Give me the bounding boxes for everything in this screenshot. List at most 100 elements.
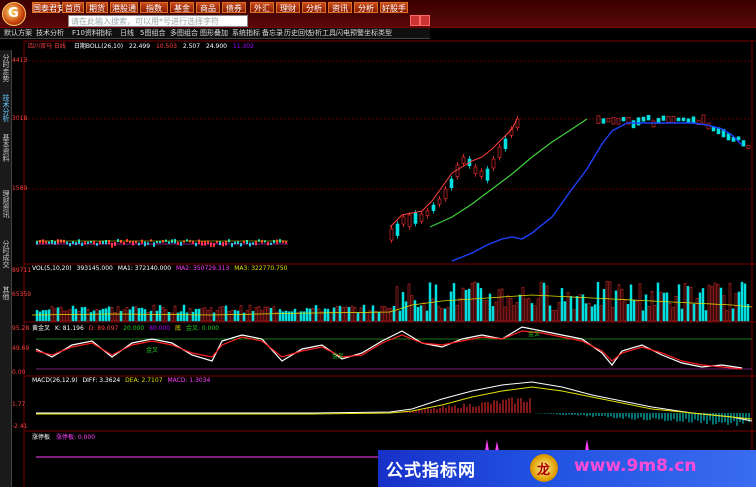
price-candle	[497, 146, 502, 158]
price-candle	[691, 116, 696, 124]
tool-memo[interactable]: 备忘录	[262, 29, 283, 38]
vol-ma1: MA1: 372140.000	[117, 265, 172, 272]
menu-button-bond[interactable]: 债券	[222, 2, 246, 13]
volume-bar	[134, 306, 138, 322]
volume-bar	[251, 311, 255, 322]
close-icon[interactable]	[420, 15, 430, 26]
volume-bar	[65, 310, 69, 322]
flat-candle	[96, 242, 98, 246]
volume-bar	[344, 306, 348, 322]
tab-tech-analysis[interactable]: 技术分析	[0, 94, 12, 122]
volume-bar	[524, 298, 528, 322]
tool-multi-chart[interactable]: 多图组合	[170, 29, 198, 38]
volume-bar	[698, 292, 702, 322]
panel-borders	[23, 40, 756, 487]
flat-candle	[246, 239, 248, 245]
menu-button-wealth[interactable]: 理财	[276, 2, 300, 13]
tool-default-scheme[interactable]: 默认方案	[4, 29, 32, 38]
price-candle	[491, 158, 496, 169]
watermark-site-name: 公式指标网	[386, 461, 476, 481]
menu-button-commodity[interactable]: 商品	[196, 2, 220, 13]
menu-button-index[interactable]: 指数	[140, 2, 168, 13]
vol-axis-mid: 65359	[12, 291, 32, 298]
menu-button-analysis-2[interactable]: 分析	[354, 2, 378, 13]
volume-bar	[638, 283, 642, 322]
tab-basic-info[interactable]: 基本资料	[0, 134, 12, 162]
volume-bar	[617, 284, 621, 322]
tool-coord-type[interactable]: 坐标类型	[364, 29, 392, 38]
boll-label: 日期BOLL(26,10)	[73, 43, 124, 50]
volume-bar	[476, 282, 480, 322]
volume-bar	[173, 305, 177, 322]
menu-button-forex[interactable]: 外汇	[250, 2, 274, 13]
volume-bar	[62, 310, 66, 322]
dragon-logo-glyph: 龙	[537, 463, 551, 478]
volume-bar	[224, 305, 228, 322]
watermark-banner: 公式指标网 龙 www.9m8.cn	[378, 450, 756, 487]
tab-wealth-news[interactable]: 理财资讯	[0, 190, 12, 218]
tool-indicator[interactable]: 指标	[98, 29, 112, 38]
tab-intraday-trades[interactable]: 分时成交	[0, 240, 12, 268]
volume-bar	[551, 310, 555, 322]
price-candle	[741, 140, 746, 147]
menu-button-good-stock[interactable]: 好股手	[380, 2, 408, 13]
volume-bar	[449, 291, 453, 322]
flat-candle	[153, 242, 155, 247]
volume-bar	[581, 294, 585, 322]
kdj-axis-top: 95.28	[12, 325, 30, 332]
volume-bar	[605, 281, 609, 322]
volume-bar	[119, 310, 123, 322]
flat-candle	[105, 239, 107, 245]
volume-bar	[170, 312, 174, 322]
kdj-k-line	[35, 326, 743, 369]
macd-macd: MACD: 1.3034	[167, 377, 211, 384]
volume-bar	[650, 291, 654, 322]
minimize-icon[interactable]	[410, 15, 420, 26]
volume-bar	[353, 307, 357, 322]
flat-candle	[141, 239, 143, 244]
volume-bar	[95, 309, 99, 322]
volume-bar	[563, 301, 567, 322]
menu-button-futures[interactable]: 期货	[86, 2, 108, 13]
kdj-bottom: 底	[175, 325, 182, 332]
volume-bar	[485, 300, 489, 322]
volume-bar	[515, 301, 519, 322]
boll-upper-line	[429, 118, 588, 228]
price-label-low: 1589	[12, 185, 28, 192]
tool-alert[interactable]: 闪电预警	[336, 29, 364, 38]
volume-bar	[164, 309, 168, 322]
tool-system-indicator[interactable]: 系统指标	[232, 29, 260, 38]
tool-5-chart[interactable]: 5图组合	[140, 29, 165, 38]
price-candle	[407, 214, 412, 227]
tool-analysis-tools[interactable]: 分析工具	[308, 29, 336, 38]
tab-other[interactable]: 其他	[0, 286, 12, 300]
menu-button-news[interactable]: 资讯	[328, 2, 352, 13]
tool-daily[interactable]: 日线	[120, 29, 134, 38]
volume-bar	[260, 310, 264, 322]
tool-overlay[interactable]: 图形叠加	[200, 29, 228, 38]
volume-bar	[41, 310, 45, 322]
menu-button-fund[interactable]: 基金	[170, 2, 194, 13]
app-logo-icon[interactable]: G	[2, 2, 26, 26]
tool-f10[interactable]: F10资料	[72, 29, 99, 38]
menu-button-analysis[interactable]: 分析	[302, 2, 326, 13]
flat-candle	[42, 239, 44, 244]
volume-bar	[590, 306, 594, 322]
menu-button-home[interactable]: 首页	[62, 2, 84, 13]
price-candle	[666, 116, 671, 123]
volume-bar	[191, 311, 195, 322]
volume-bar	[641, 310, 645, 322]
tool-tech-analysis[interactable]: 技术分析	[36, 29, 64, 38]
volume-bar	[356, 312, 360, 322]
search-input[interactable]: 请在此输入搜索，可以用*号进行选择字符	[68, 15, 248, 27]
tab-intraday[interactable]: 分时走势	[0, 54, 12, 82]
volume-bar	[179, 311, 183, 322]
volume-bar	[71, 305, 75, 322]
flat-candle	[261, 240, 263, 244]
macd-diff: DIFF: 3.3624	[82, 377, 121, 384]
menu-button-guotai[interactable]: 国泰君安	[32, 2, 65, 13]
menu-button-hk[interactable]: 港股通	[110, 2, 138, 13]
top-menu-bar: G 国泰君安 首页 期货 港股通 指数 基金 商品 债券 外汇 理财 分析 资讯…	[0, 0, 756, 28]
kdj-axis-low: 0.00	[12, 369, 26, 376]
chart-area[interactable]: 金叉 金叉 金叉 四川双马 日线 日期BOLL(26,10) 22.499 10…	[12, 39, 756, 487]
